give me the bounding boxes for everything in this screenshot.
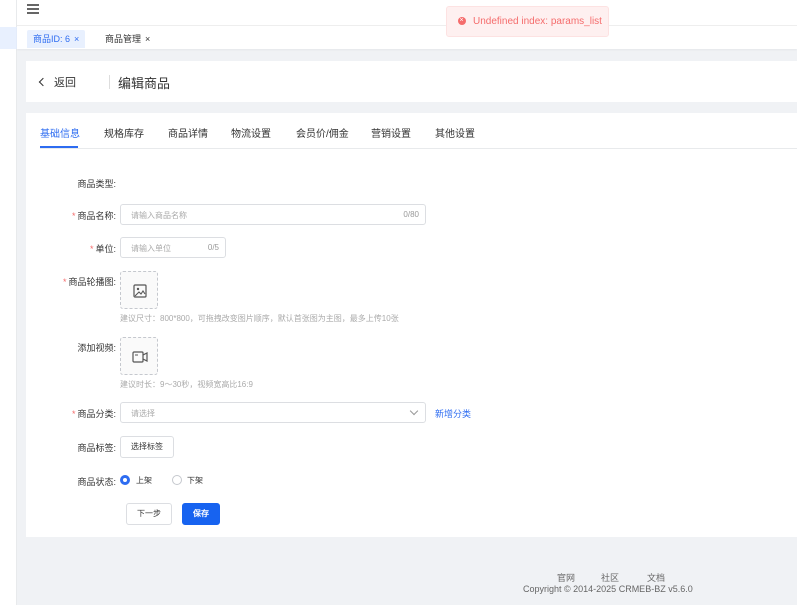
category-select[interactable]: 请选择 bbox=[120, 402, 426, 423]
add-category-link[interactable]: 新增分类 bbox=[435, 407, 471, 420]
tab-marketing[interactable]: 营销设置 bbox=[371, 125, 411, 140]
video-upload[interactable] bbox=[120, 337, 158, 375]
footer-link-website[interactable]: 官网 bbox=[557, 571, 575, 584]
select-tags-button[interactable]: 选择标签 bbox=[120, 436, 174, 458]
status-radio-off[interactable] bbox=[172, 475, 182, 485]
unit-label: * 单位: bbox=[89, 244, 116, 254]
status-on-label: 上架 bbox=[136, 476, 152, 485]
tab-logistics[interactable]: 物流设置 bbox=[231, 125, 271, 140]
page-tabs-bar: 商品ID: 6 × 商品管理 × bbox=[17, 26, 797, 49]
footer-link-community[interactable]: 社区 bbox=[601, 571, 619, 584]
error-icon bbox=[458, 17, 466, 25]
placeholder: 请输入商品名称 bbox=[131, 211, 187, 220]
tab-product-id[interactable]: 商品ID: 6 × bbox=[27, 30, 86, 48]
carousel-label: * 商品轮播图: bbox=[62, 277, 116, 287]
sidebar-active-indicator bbox=[0, 27, 17, 49]
back-button[interactable]: 返回 bbox=[38, 74, 76, 90]
unit-input[interactable]: 请输入单位 0/5 bbox=[120, 237, 226, 258]
placeholder: 请输入单位 bbox=[131, 244, 171, 253]
chevron-down-icon bbox=[409, 406, 419, 416]
close-icon[interactable]: × bbox=[145, 34, 150, 44]
footer-link-docs[interactable]: 文档 bbox=[647, 571, 665, 584]
product-form-card: 基础信息 规格库存 商品详情 物流设置 会员价/佣金 营销设置 其他设置 商品类… bbox=[26, 113, 797, 537]
status-label: 商品状态: bbox=[77, 477, 116, 487]
tab-member-price[interactable]: 会员价/佣金 bbox=[296, 125, 349, 140]
tab-basic-info[interactable]: 基础信息 bbox=[40, 125, 80, 140]
char-counter: 0/5 bbox=[207, 243, 219, 252]
tab-label: 商品ID: 6 bbox=[33, 34, 71, 44]
copyright: Copyright © 2014-2025 CRMEB-BZ v5.6.0 bbox=[523, 584, 693, 594]
product-name-input[interactable]: 请输入商品名称 0/80 bbox=[120, 204, 426, 225]
tab-product-management[interactable]: 商品管理 × bbox=[99, 30, 156, 48]
category-label: * 商品分类: bbox=[71, 409, 116, 419]
menu-toggle-icon[interactable] bbox=[27, 4, 39, 14]
left-sidebar bbox=[0, 0, 17, 605]
char-counter: 0/80 bbox=[403, 210, 419, 219]
page-title: 编辑商品 bbox=[118, 76, 171, 91]
error-message: Undefined index: params_list bbox=[473, 16, 602, 27]
tab-label: 商品管理 bbox=[105, 34, 142, 44]
active-tab-underline bbox=[40, 146, 78, 148]
product-type-label: 商品类型: bbox=[77, 179, 116, 189]
video-label: 添加视频: bbox=[77, 343, 116, 353]
status-radio-on[interactable] bbox=[120, 475, 130, 485]
divider bbox=[109, 75, 110, 89]
product-tabs: 基础信息 规格库存 商品详情 物流设置 会员价/佣金 营销设置 其他设置 bbox=[40, 113, 797, 149]
placeholder: 请选择 bbox=[131, 409, 155, 418]
next-step-button[interactable]: 下一步 bbox=[126, 503, 172, 525]
image-upload[interactable] bbox=[120, 271, 158, 309]
error-toast: Undefined index: params_list bbox=[446, 6, 609, 37]
close-icon[interactable]: × bbox=[74, 34, 79, 44]
top-bar bbox=[17, 0, 797, 26]
tags-label: 商品标签: bbox=[77, 443, 116, 453]
image-icon bbox=[133, 284, 147, 298]
tab-spec-stock[interactable]: 规格库存 bbox=[104, 125, 144, 140]
save-button[interactable]: 保存 bbox=[182, 503, 220, 525]
page-header: 返回 编辑商品 bbox=[26, 61, 797, 102]
back-label: 返回 bbox=[54, 77, 76, 89]
video-hint: 建议时长：9～30秒，视频宽高比16:9 bbox=[120, 380, 253, 389]
product-name-label: * 商品名称: bbox=[71, 211, 116, 221]
tab-product-details[interactable]: 商品详情 bbox=[168, 125, 208, 140]
chevron-left-icon bbox=[38, 77, 48, 87]
video-icon bbox=[132, 351, 148, 363]
carousel-hint: 建议尺寸：800*800，可拖拽改变图片顺序，默认首张图为主图，最多上传10张 bbox=[120, 314, 399, 323]
tab-other[interactable]: 其他设置 bbox=[435, 125, 475, 140]
status-off-label: 下架 bbox=[187, 476, 203, 485]
